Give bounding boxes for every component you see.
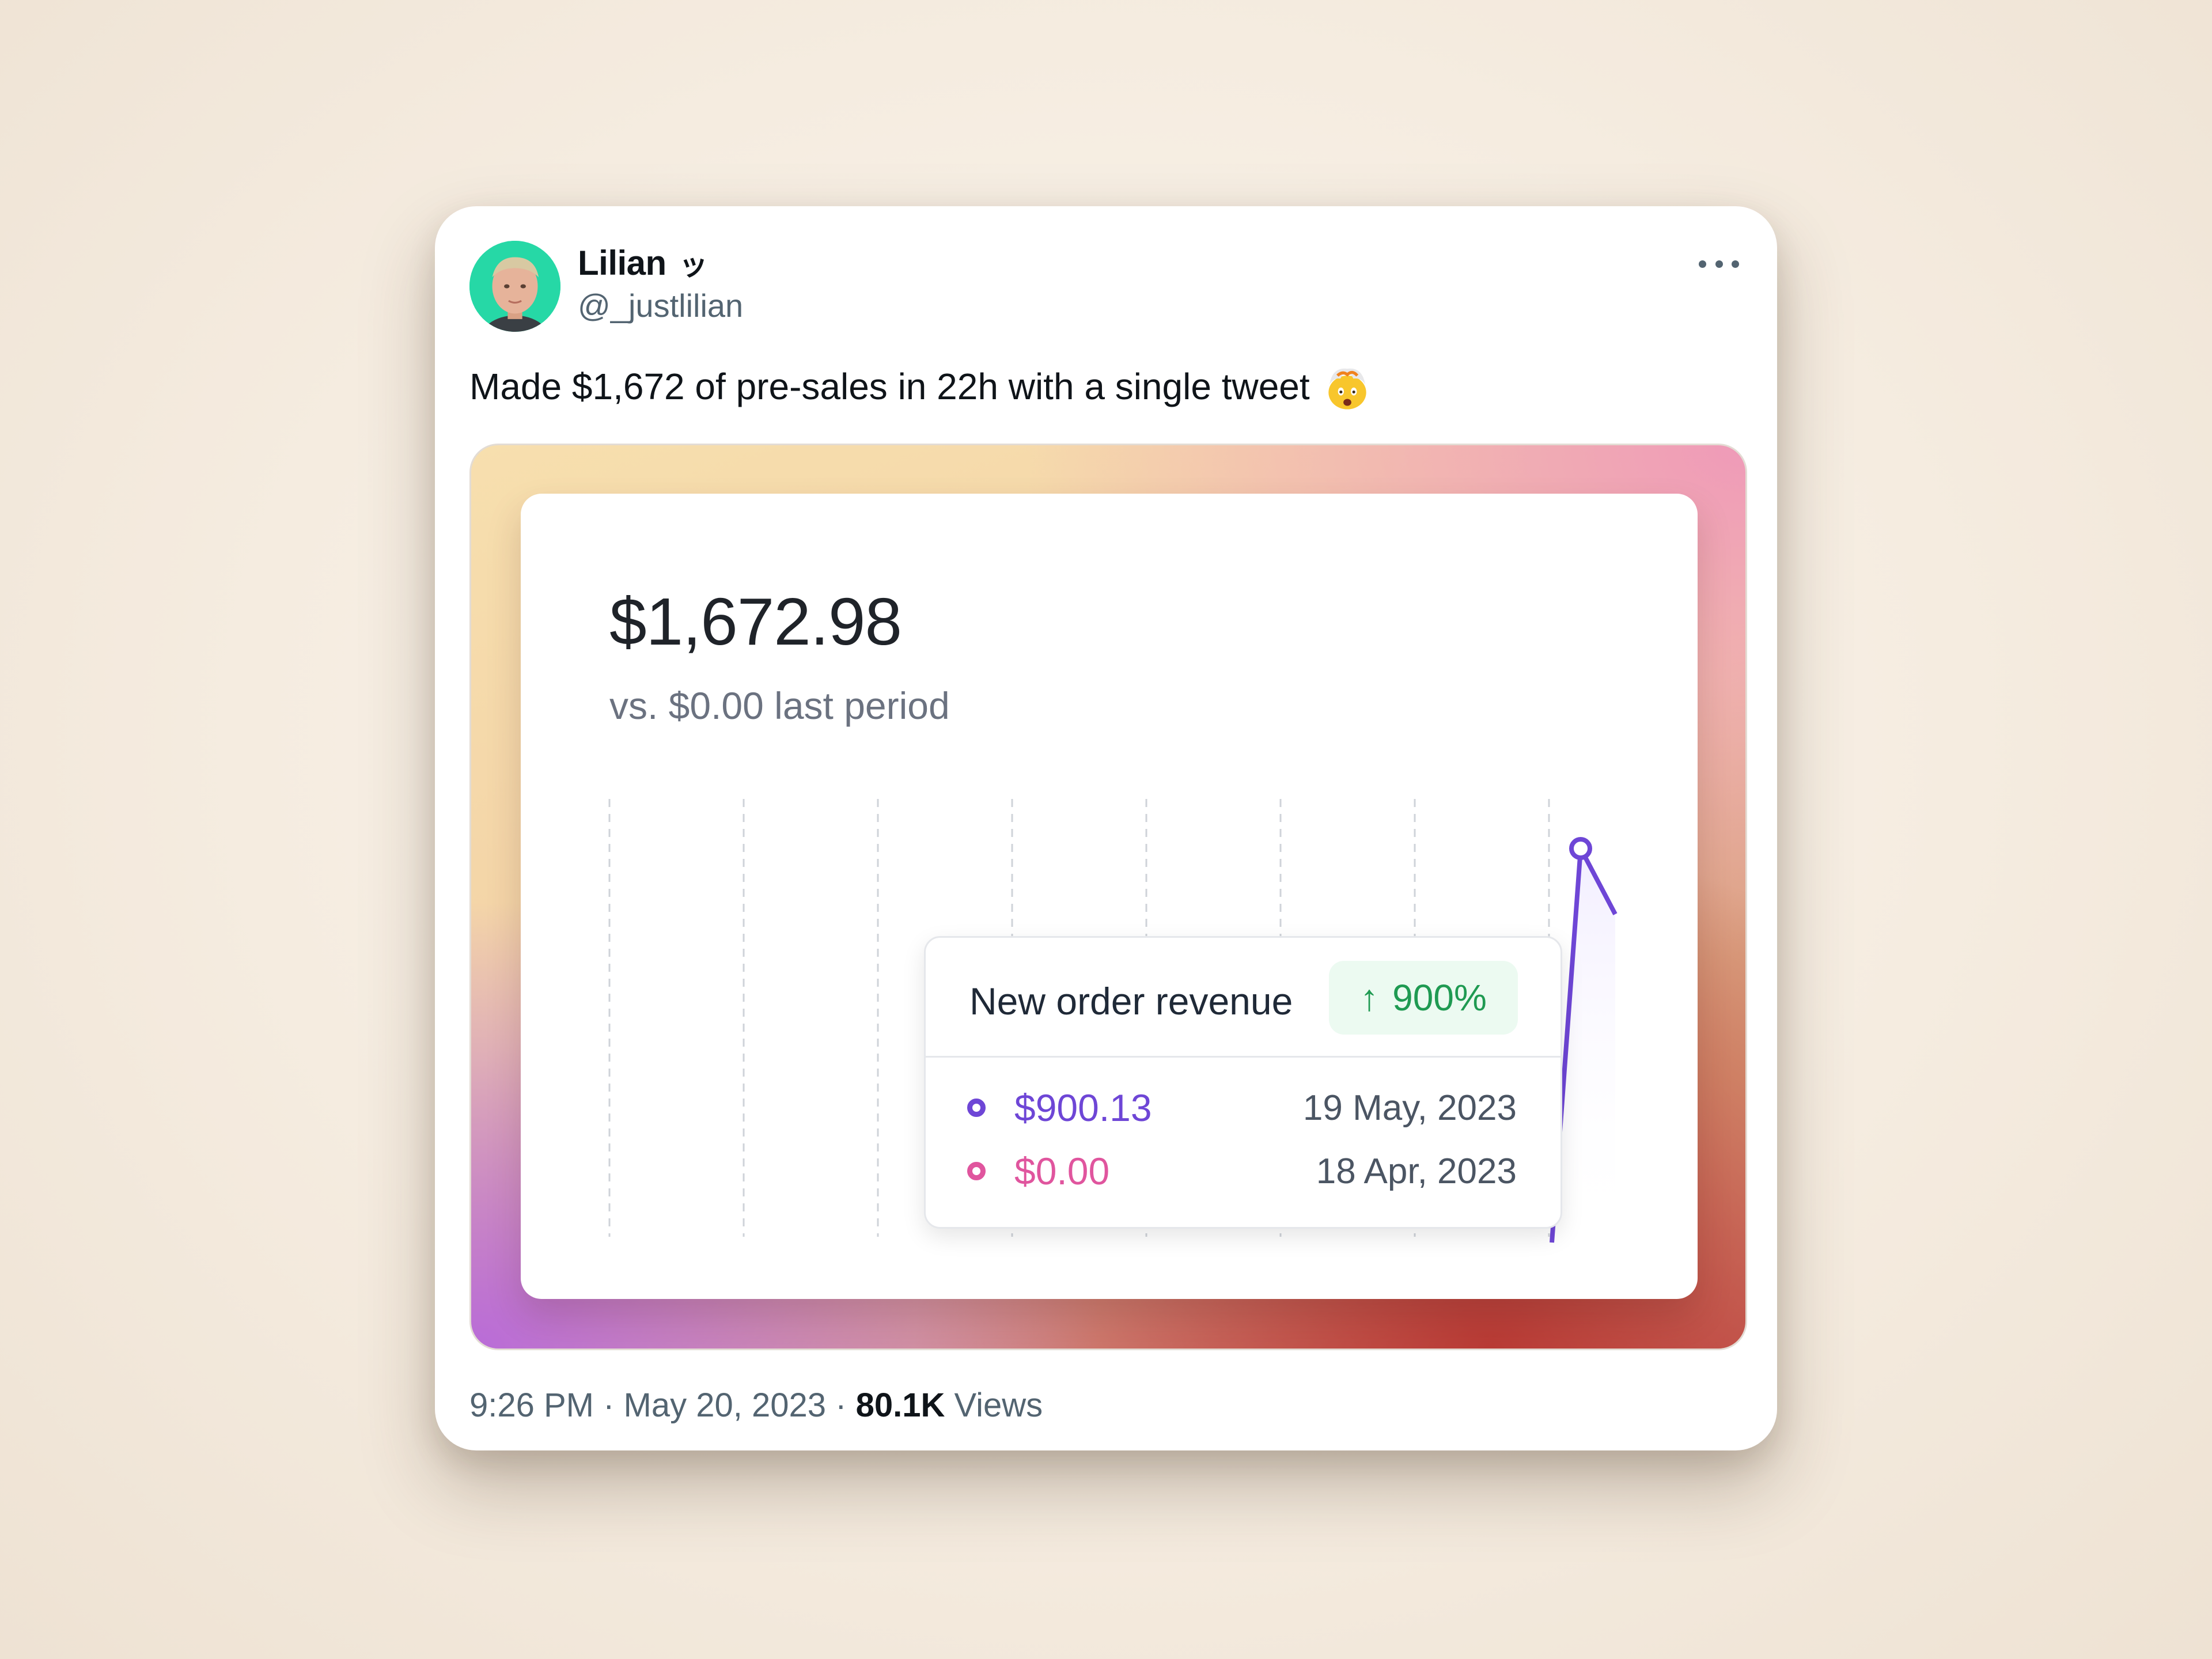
- tooltip-row-previous: $0.00 18 Apr, 2023: [967, 1145, 1517, 1197]
- growth-badge: ↑ 900%: [1329, 961, 1518, 1035]
- exploding-head-emoji: [1323, 362, 1372, 411]
- total-amount: $1,672.98: [609, 584, 902, 659]
- data-point-marker: [1569, 837, 1592, 860]
- tweet-text: Made $1,672 of pre-sales in 22h with a s…: [469, 362, 1372, 411]
- tweet-meta: 9:26 PM · May 20, 2023 · 80.1K Views: [469, 1386, 1043, 1425]
- growth-value: 900%: [1392, 977, 1487, 1018]
- chart-tooltip: New order revenue ↑ 900% $900.13 19 May,…: [924, 936, 1562, 1229]
- meta-separator: ·: [594, 1387, 624, 1424]
- user-handle[interactable]: @_justlilian: [578, 287, 743, 324]
- tweet-card: Lilian ッ @_justlilian Made $1,672 of pre…: [435, 206, 1777, 1450]
- tooltip-divider: [926, 1056, 1560, 1058]
- tweet-date[interactable]: May 20, 2023: [624, 1386, 826, 1425]
- ellipsis-icon[interactable]: [1693, 247, 1745, 281]
- display-name[interactable]: Lilian: [578, 243, 666, 283]
- author-name-row[interactable]: Lilian ッ: [578, 242, 708, 283]
- arrow-up-icon: ↑: [1360, 977, 1379, 1018]
- tweet-text-body: Made $1,672 of pre-sales in 22h with a s…: [469, 366, 1310, 407]
- tooltip-date: 18 Apr, 2023: [1316, 1151, 1517, 1191]
- tweet-media[interactable]: $1,672.98 vs. $0.00 last period New orde…: [469, 444, 1747, 1350]
- tooltip-row-current: $900.13 19 May, 2023: [967, 1082, 1517, 1134]
- comparison-text: vs. $0.00 last period: [609, 684, 950, 727]
- views-label[interactable]: Views: [954, 1386, 1043, 1425]
- meta-separator: ·: [826, 1387, 856, 1424]
- tooltip-date: 19 May, 2023: [1302, 1088, 1517, 1128]
- tweet-time[interactable]: 9:26 PM: [469, 1386, 594, 1425]
- revenue-card: $1,672.98 vs. $0.00 last period New orde…: [521, 494, 1698, 1299]
- tooltip-value: $0.00: [1014, 1150, 1110, 1192]
- series-marker-icon: [967, 1162, 986, 1180]
- views-count[interactable]: 80.1K: [856, 1386, 945, 1425]
- avatar[interactable]: [469, 241, 560, 332]
- tooltip-value: $900.13: [1014, 1086, 1152, 1129]
- name-emoji: ッ: [679, 249, 708, 281]
- series-marker-icon: [967, 1099, 986, 1117]
- tooltip-title: New order revenue: [969, 980, 1293, 1022]
